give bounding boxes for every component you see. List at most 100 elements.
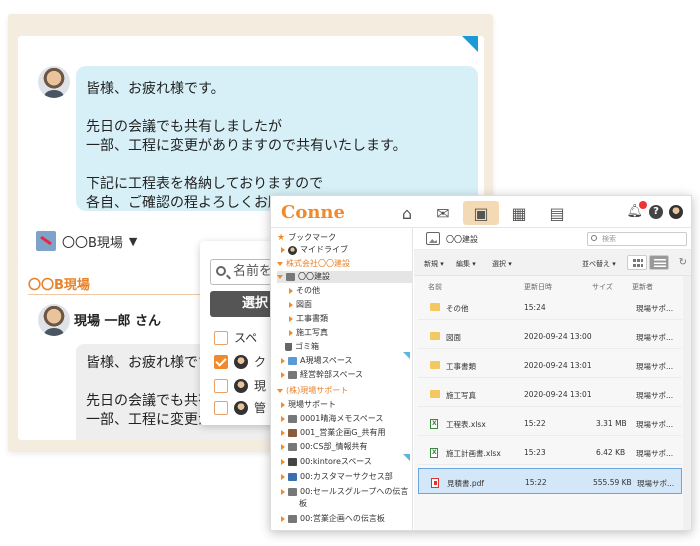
expand-icon[interactable]: [281, 444, 285, 450]
file-box-icon[interactable]: ▣: [463, 201, 499, 225]
sort-menu-label: 並べ替え: [582, 260, 610, 268]
new-menu[interactable]: 新規 ▾: [424, 259, 444, 269]
expand-icon[interactable]: [281, 489, 285, 495]
sender-avatar: [38, 304, 70, 336]
list-view-button[interactable]: [649, 255, 669, 270]
table-row-selected[interactable]: 見積書.pdf 15:22 555.59 KB 現場サポ...: [418, 468, 682, 494]
calendar-icon[interactable]: ▦: [501, 201, 537, 225]
tree-item[interactable]: ★ ブックマーク: [277, 232, 336, 244]
tree-item[interactable]: 施工写真: [289, 327, 328, 339]
tree-item[interactable]: マイドライブ: [281, 244, 348, 256]
sort-menu[interactable]: 並べ替え ▾: [582, 259, 616, 269]
tree-item-label: (株)現場サポート: [286, 386, 349, 395]
table-row[interactable]: その他 15:24 現場サポ...: [418, 294, 682, 320]
table-row[interactable]: 施工写真 2020-09-24 13:01 現場サポ...: [418, 381, 682, 407]
tree-item-label: 株式会社〇〇建設: [286, 259, 350, 268]
expand-icon[interactable]: [289, 316, 293, 322]
file-search-input[interactable]: 検索: [587, 232, 687, 246]
collapse-icon[interactable]: [277, 275, 283, 279]
tree-item[interactable]: その他: [289, 285, 320, 297]
toolbar: 新規 ▾ 編集 ▾ 選択 ▾ 並べ替え ▾ ↻: [414, 250, 691, 276]
expand-icon[interactable]: [281, 474, 285, 480]
expand-icon[interactable]: [281, 430, 285, 436]
column-header-updated[interactable]: 更新日時: [524, 282, 552, 292]
collapse-icon[interactable]: [277, 389, 283, 393]
tree-item[interactable]: 001_営業企画G_共有用: [281, 427, 385, 439]
table-row[interactable]: 工事書類 2020-09-24 13:01 現場サポ...: [418, 352, 682, 378]
file-list-pane: 〇〇建設 検索 新規 ▾ 編集 ▾ 選択 ▾ 並べ替え ▾ ↻ 名前 更新日時 …: [414, 228, 691, 530]
tree-item[interactable]: 00:kintoreスペース: [281, 456, 372, 468]
folder-icon: [430, 361, 440, 369]
tree-item[interactable]: 工事書類: [289, 313, 328, 325]
expand-icon[interactable]: [289, 302, 293, 308]
expand-icon[interactable]: [281, 416, 285, 422]
popup-option[interactable]: スペ: [214, 329, 257, 346]
tree-item[interactable]: 00:カスタマーサクセス部: [281, 471, 393, 483]
table-row[interactable]: 図面 2020-09-24 13:00 現場サポ...: [418, 323, 682, 349]
message-line: 皆様、お疲れ様です。: [86, 81, 225, 97]
tree-group-header[interactable]: 株式会社〇〇建設: [277, 258, 350, 270]
table-row[interactable]: 施工計画書.xlsx 15:23 6.42 KB 現場サポ...: [418, 439, 682, 465]
table-row[interactable]: 工程表.xlsx 15:22 3.31 MB 現場サポ...: [418, 410, 682, 436]
search-icon: [216, 266, 226, 276]
expand-icon[interactable]: [281, 247, 285, 253]
tree-item-label: 経営幹部スペース: [300, 370, 364, 379]
column-header-size[interactable]: サイズ: [592, 282, 613, 292]
expand-icon[interactable]: [281, 402, 285, 408]
tree-item-label: 現場サポート: [288, 400, 336, 409]
tree-item[interactable]: 00:営業企画への伝言板: [281, 513, 385, 525]
column-header-updater[interactable]: 更新者: [632, 282, 653, 292]
tree-item[interactable]: A現場スペース: [281, 355, 353, 367]
tree-item[interactable]: 00:CS部_情報共有: [281, 441, 368, 453]
tree-item-label: 00:セールスグループへの伝言: [300, 487, 409, 496]
tree-item[interactable]: 図面: [289, 299, 312, 311]
file-size: 3.31 MB: [596, 419, 627, 428]
chat-icon[interactable]: ✉: [425, 201, 461, 225]
scrollbar[interactable]: [683, 276, 691, 530]
app-logo[interactable]: Conne: [281, 202, 345, 223]
file-size: 6.42 KB: [596, 448, 626, 457]
expand-icon[interactable]: [281, 459, 285, 465]
home-icon[interactable]: ⌂: [389, 201, 425, 225]
column-header-name[interactable]: 名前: [428, 282, 442, 292]
checkbox[interactable]: [214, 354, 228, 369]
tree-item[interactable]: 0001晴海メモスペース: [281, 413, 383, 425]
refresh-icon[interactable]: ↻: [679, 257, 687, 268]
checkbox[interactable]: [214, 378, 228, 393]
caret-down-icon[interactable]: ▼: [129, 235, 137, 248]
tree-group-header[interactable]: (株)現場サポート: [277, 385, 348, 397]
expand-icon[interactable]: [289, 330, 293, 336]
room-selector[interactable]: 〇〇B現場 ▼: [36, 231, 137, 251]
user-avatar[interactable]: [669, 204, 683, 219]
popup-option[interactable]: 管: [214, 399, 266, 416]
tree-item[interactable]: 00:セールスグループへの伝言: [281, 486, 408, 498]
tree-item-label: 00:カスタマーサクセス部: [300, 472, 393, 481]
help-icon[interactable]: ?: [649, 204, 663, 219]
tree-item[interactable]: 〇〇建設: [277, 271, 412, 283]
select-menu[interactable]: 選択 ▾: [492, 259, 512, 269]
grid-icon: [633, 259, 643, 267]
grid-view-button[interactable]: [627, 255, 647, 270]
file-updated: 2020-09-24 13:00: [524, 332, 592, 341]
expand-icon[interactable]: [281, 358, 285, 364]
tree-item[interactable]: 経営幹部スペース: [281, 369, 363, 381]
expand-icon[interactable]: [281, 516, 285, 522]
space-icon: [288, 357, 297, 365]
file-updater: 現場サポ...: [636, 362, 674, 371]
bell-icon[interactable]: 🔔︎: [626, 201, 647, 219]
checkbox[interactable]: [214, 400, 228, 415]
popup-option[interactable]: ク: [214, 353, 266, 370]
collapse-icon[interactable]: [277, 262, 283, 266]
tree-item[interactable]: 現場サポート: [281, 399, 336, 411]
tree-item-continuation: 板: [299, 498, 307, 510]
edit-menu[interactable]: 編集 ▾: [456, 259, 476, 269]
file-name: 施工写真: [446, 391, 476, 400]
sender-name: 現場 一郎 さん: [74, 314, 162, 329]
checkbox[interactable]: [214, 330, 228, 345]
clipboard-icon[interactable]: ▤: [539, 201, 575, 225]
expand-icon[interactable]: [281, 372, 285, 378]
expand-icon[interactable]: [289, 288, 293, 294]
tree-item[interactable]: ゴミ箱: [285, 341, 319, 353]
member-avatar: [234, 378, 248, 393]
popup-option[interactable]: 現: [214, 377, 266, 394]
